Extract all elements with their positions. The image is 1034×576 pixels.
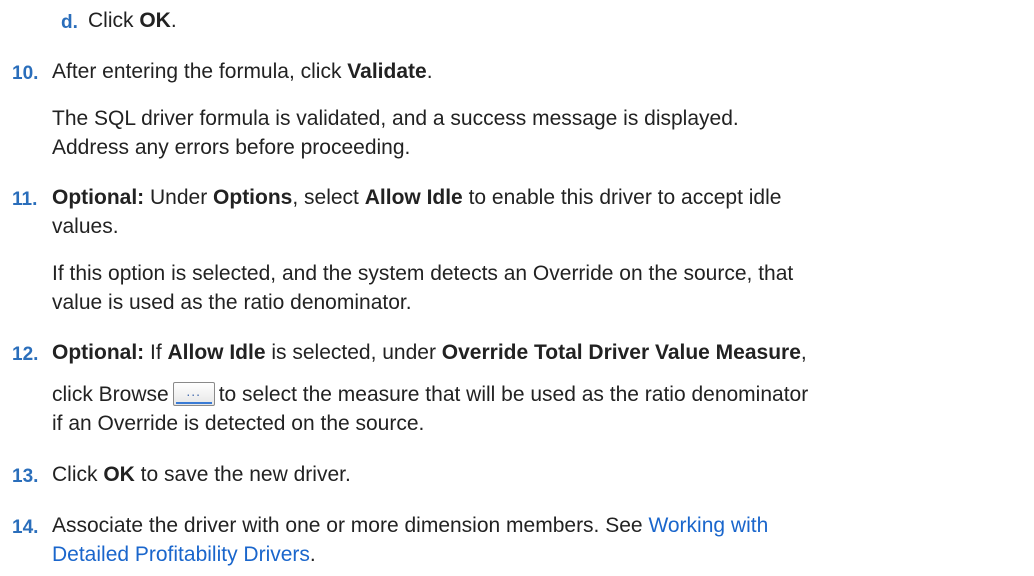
step-11-text-line-2: values. [52,215,119,238]
step-10-text: After entering the formula, click Valida… [52,60,433,83]
detailed-profitability-drivers-link[interactable]: Detailed Profitability Drivers [52,543,310,566]
step-11-number: 11. [12,189,38,210]
step-12-number: 12. [12,344,39,365]
step-11-para-line-2: value is used as the ratio denominator. [52,291,412,314]
step-12-text-line-3: if an Override is detected on the source… [52,412,425,435]
step-13-text: Click OK to save the new driver. [52,463,351,486]
browse-button[interactable]: ... [172,382,215,406]
step-11-text: Optional: Under Options, select Allow Id… [52,186,782,209]
step-12-text-line-2: click Browse... to select the measure tha… [52,380,808,409]
validate-label: Validate [347,60,427,83]
step-13-number: 13. [12,466,39,487]
working-with-drivers-link[interactable]: Working with [648,514,768,537]
step-11-para-line-1: If this option is selected, and the syst… [52,262,794,285]
step-10-number: 10. [12,63,39,84]
step-10-para-line-1: The SQL driver formula is validated, and… [52,107,739,130]
step-12-text: Optional: If Allow Idle is selected, und… [52,341,807,364]
step-14-text-line-2: Detailed Profitability Drivers. [52,543,316,566]
step-14-text: Associate the driver with one or more di… [52,514,769,537]
ok-label: OK [103,463,135,486]
step-d-text: Click OK. [88,9,177,32]
step-10-para-line-2: Address any errors before proceeding. [52,136,411,159]
step-14-number: 14. [12,517,39,538]
ok-label: OK [139,9,171,32]
step-d-number: d. [61,12,78,33]
